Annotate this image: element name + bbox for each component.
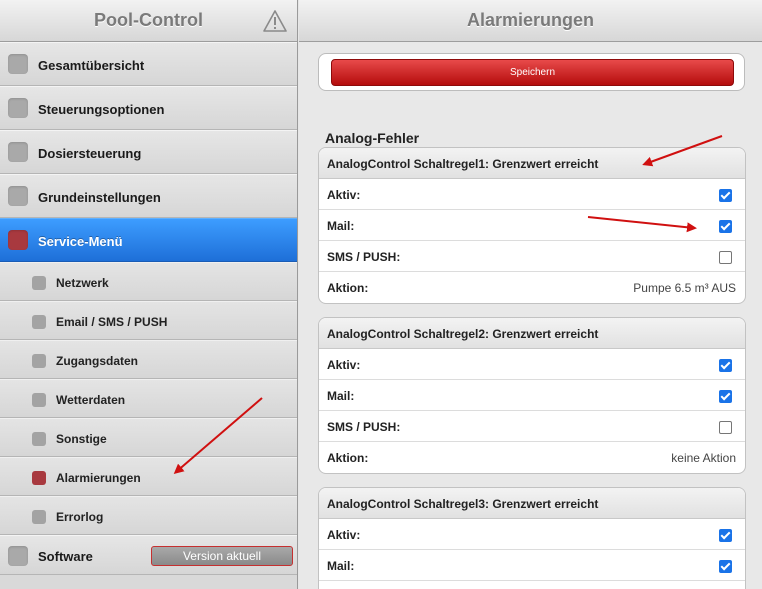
sub-item-errorlog[interactable]: Errorlog bbox=[0, 496, 297, 535]
card-title: AnalogControl Schaltregel1: Grenzwert er… bbox=[319, 148, 745, 179]
sms-push-checkbox[interactable] bbox=[719, 421, 732, 434]
bullet-icon bbox=[32, 393, 46, 407]
sub-item-alarmierungen[interactable]: Alarmierungen bbox=[0, 457, 297, 496]
aktiv-checkbox[interactable] bbox=[719, 359, 732, 372]
save-button[interactable]: Speichern bbox=[331, 59, 734, 86]
row-label: Aktion: bbox=[327, 451, 369, 465]
bullet-icon bbox=[8, 54, 28, 74]
card-title: AnalogControl Schaltregel2: Grenzwert er… bbox=[319, 318, 745, 349]
sub-item-label: Netzwerk bbox=[56, 276, 109, 290]
row-sms-push: SMS / PUSH: bbox=[319, 411, 745, 442]
nav-item-label: Software bbox=[38, 549, 93, 564]
alarm-card-3: AnalogControl Schaltregel3: Grenzwert er… bbox=[318, 487, 746, 589]
row-label: Aktiv: bbox=[327, 188, 361, 202]
aktion-value[interactable]: Pumpe 6.5 m³ AUS bbox=[633, 281, 736, 295]
row-label: Aktion: bbox=[327, 281, 369, 295]
version-status-button[interactable]: Version aktuell bbox=[151, 546, 293, 566]
nav-item-grundeinstellungen[interactable]: Grundeinstellungen bbox=[0, 174, 297, 218]
card-title: AnalogControl Schaltregel3: Grenzwert er… bbox=[319, 488, 745, 519]
aktiv-checkbox[interactable] bbox=[719, 529, 732, 542]
alarm-card-2: AnalogControl Schaltregel2: Grenzwert er… bbox=[318, 317, 746, 474]
row-mail: Mail: bbox=[319, 550, 745, 581]
sub-item-email-sms-push[interactable]: Email / SMS / PUSH bbox=[0, 301, 297, 340]
sidebar: Pool-Control Gesamtübersicht Steuerungso… bbox=[0, 0, 298, 589]
sub-item-label: Errorlog bbox=[56, 510, 104, 524]
mail-checkbox[interactable] bbox=[719, 220, 732, 233]
sub-item-label: Alarmierungen bbox=[56, 471, 141, 485]
nav-item-label: Gesamtübersicht bbox=[38, 58, 145, 73]
row-label: SMS / PUSH: bbox=[327, 250, 401, 264]
row-label: Mail: bbox=[327, 559, 355, 573]
sub-item-zugangsdaten[interactable]: Zugangsdaten bbox=[0, 340, 297, 379]
row-mail: Mail: bbox=[319, 380, 745, 411]
row-aktiv: Aktiv: bbox=[319, 179, 745, 210]
save-container: Speichern bbox=[318, 53, 745, 91]
mail-checkbox[interactable] bbox=[719, 390, 732, 403]
aktion-value[interactable]: keine Aktion bbox=[671, 451, 736, 465]
sub-item-label: Zugangsdaten bbox=[56, 354, 139, 368]
row-aktion: Aktion: keine Aktion bbox=[319, 442, 745, 473]
nav-item-steuerungsoptionen[interactable]: Steuerungsoptionen bbox=[0, 86, 297, 130]
sub-item-label: Wetterdaten bbox=[56, 393, 126, 407]
app-title: Pool-Control bbox=[94, 10, 203, 30]
warning-icon[interactable] bbox=[263, 10, 287, 32]
bullet-icon bbox=[32, 432, 46, 446]
sms-push-checkbox[interactable] bbox=[719, 251, 732, 264]
row-mail: Mail: bbox=[319, 210, 745, 241]
bullet-icon bbox=[8, 186, 28, 206]
page-title: Alarmierungen bbox=[466, 10, 595, 30]
bullet-icon bbox=[32, 510, 46, 524]
row-aktion: Aktion: Pumpe 6.5 m³ AUS bbox=[319, 272, 745, 303]
section-title: Analog-Fehler bbox=[325, 130, 420, 146]
bullet-icon bbox=[32, 276, 46, 290]
row-label: Mail: bbox=[327, 219, 355, 233]
bullet-icon bbox=[8, 230, 28, 250]
nav-item-gesamtuebersicht[interactable]: Gesamtübersicht bbox=[0, 42, 297, 86]
row-label: Mail: bbox=[327, 389, 355, 403]
row-label: Aktiv: bbox=[327, 528, 361, 542]
nav-item-dosiersteuerung[interactable]: Dosiersteuerung bbox=[0, 130, 297, 174]
nav-item-label: Steuerungsoptionen bbox=[38, 102, 165, 117]
row-label: Aktiv: bbox=[327, 358, 361, 372]
bullet-icon bbox=[8, 142, 28, 162]
sub-item-netzwerk[interactable]: Netzwerk bbox=[0, 262, 297, 301]
mail-checkbox[interactable] bbox=[719, 560, 732, 573]
row-sms-push: SMS / PUSH: bbox=[319, 241, 745, 272]
sub-item-label: Sonstige bbox=[56, 432, 107, 446]
row-label: SMS / PUSH: bbox=[327, 420, 401, 434]
alarm-card-1: AnalogControl Schaltregel1: Grenzwert er… bbox=[318, 147, 746, 304]
nav-item-label: Service-Menü bbox=[38, 234, 123, 249]
row-aktiv: Aktiv: bbox=[319, 519, 745, 550]
sidebar-header: Pool-Control bbox=[0, 0, 297, 42]
bullet-icon bbox=[32, 315, 46, 329]
nav-item-service-menu[interactable]: Service-Menü bbox=[0, 218, 297, 262]
bullet-icon bbox=[8, 546, 28, 566]
nav-item-label: Dosiersteuerung bbox=[38, 146, 142, 161]
sub-item-label: Email / SMS / PUSH bbox=[56, 315, 168, 329]
main-panel: Alarmierungen Speichern Analog-Fehler An… bbox=[299, 0, 762, 589]
nav-item-label: Grundeinstellungen bbox=[38, 190, 161, 205]
sub-item-wetterdaten[interactable]: Wetterdaten bbox=[0, 379, 297, 418]
row-aktiv: Aktiv: bbox=[319, 349, 745, 380]
bullet-icon bbox=[8, 98, 28, 118]
nav-item-software[interactable]: Software Version aktuell bbox=[0, 535, 297, 575]
bullet-icon bbox=[32, 471, 46, 485]
main-header: Alarmierungen bbox=[299, 0, 762, 42]
bullet-icon bbox=[32, 354, 46, 368]
aktiv-checkbox[interactable] bbox=[719, 189, 732, 202]
sub-item-sonstige[interactable]: Sonstige bbox=[0, 418, 297, 457]
